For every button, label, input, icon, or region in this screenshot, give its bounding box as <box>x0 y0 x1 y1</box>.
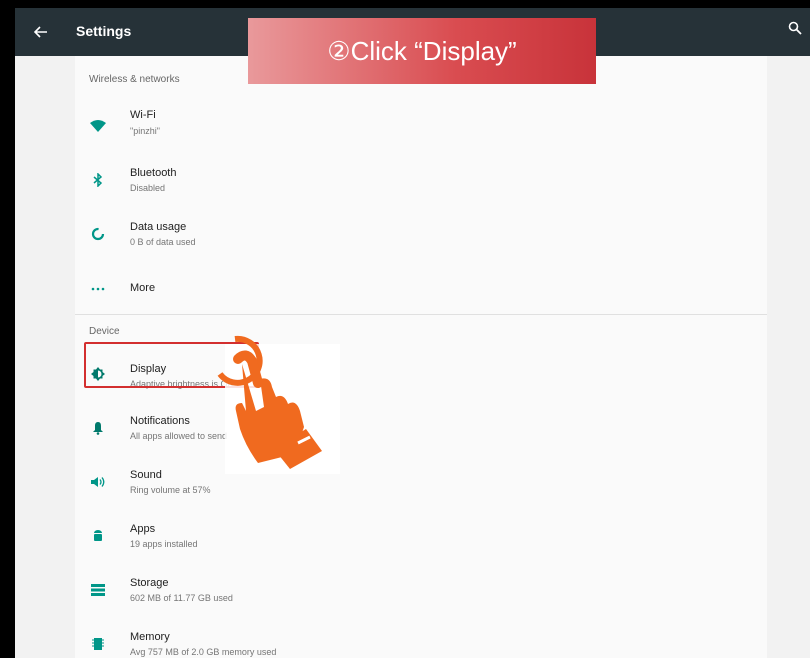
setting-label: More <box>130 282 156 294</box>
setting-summary: "pinzhi" <box>130 126 160 136</box>
volume-icon <box>89 473 107 491</box>
setting-label: Apps <box>130 523 156 535</box>
setting-label: Data usage <box>130 221 187 233</box>
section-header-wireless: Wireless & networks <box>89 74 180 85</box>
pointing-hand-icon <box>217 335 340 474</box>
bell-icon <box>89 419 107 437</box>
android-icon <box>89 527 107 545</box>
setting-item-notifications[interactable]: Notifications All apps allowed to send <box>75 400 767 452</box>
setting-item-apps[interactable]: Apps 19 apps installed <box>75 508 767 560</box>
setting-summary: Disabled <box>130 183 166 193</box>
back-arrow-icon[interactable] <box>29 20 53 44</box>
wifi-icon <box>89 117 107 135</box>
more-icon <box>89 280 107 298</box>
setting-label: Bluetooth <box>130 167 177 179</box>
setting-item-wifi[interactable]: Wi-Fi "pinzhi" <box>75 100 767 152</box>
setting-summary: Ring volume at 57% <box>130 485 211 495</box>
setting-item-bluetooth[interactable]: Bluetooth Disabled <box>75 154 767 206</box>
setting-label: Wi-Fi <box>130 109 156 121</box>
data-usage-icon <box>89 225 107 243</box>
setting-item-storage[interactable]: Storage 602 MB of 11.77 GB used <box>75 562 767 614</box>
memory-chip-icon <box>89 635 107 653</box>
setting-item-data-usage[interactable]: Data usage 0 B of data used <box>75 208 767 260</box>
setting-summary: 0 B of data used <box>130 237 196 247</box>
section-header-device: Device <box>89 326 120 337</box>
setting-item-more[interactable]: More <box>75 262 767 314</box>
setting-summary: 19 apps installed <box>130 539 198 549</box>
setting-label: Storage <box>130 577 169 589</box>
page-title: Settings <box>76 23 132 39</box>
setting-item-memory[interactable]: Memory Avg 757 MB of 2.0 GB memory used <box>75 616 767 658</box>
section-divider <box>75 314 767 315</box>
search-icon[interactable] <box>788 21 810 43</box>
device-screen: Settings Wireless & networks Wi-Fi "pinz… <box>15 8 810 658</box>
storage-icon <box>89 581 107 599</box>
setting-label: Sound <box>130 469 162 481</box>
instruction-callout: ②Click “Display” <box>248 18 596 84</box>
setting-summary: 602 MB of 11.77 GB used <box>130 593 233 603</box>
bluetooth-icon <box>89 171 107 189</box>
setting-label: Memory <box>130 631 170 643</box>
setting-summary: Avg 757 MB of 2.0 GB memory used <box>130 647 277 657</box>
setting-item-sound[interactable]: Sound Ring volume at 57% <box>75 454 767 506</box>
